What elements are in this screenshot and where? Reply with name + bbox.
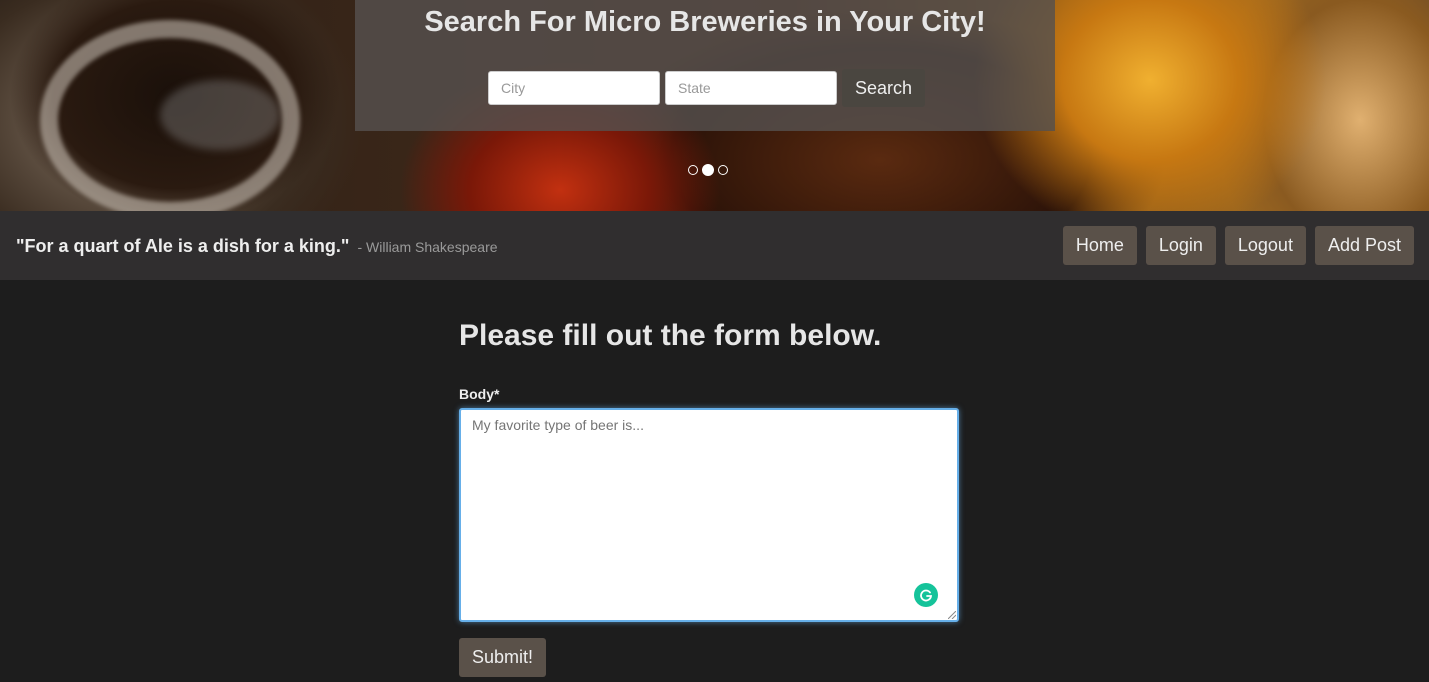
hero-background-highlight: [160, 80, 280, 150]
home-button[interactable]: Home: [1062, 226, 1137, 265]
carousel-dot-3[interactable]: [718, 165, 728, 175]
search-button[interactable]: Search: [842, 69, 926, 107]
body-field-wrapper: [459, 408, 959, 622]
add-post-button[interactable]: Add Post: [1314, 226, 1414, 265]
carousel-dot-1[interactable]: [688, 165, 698, 175]
nav-links: Home Login Logout Add Post: [1062, 226, 1414, 265]
grammarly-g-glyph: [920, 589, 932, 602]
state-input[interactable]: [665, 71, 837, 105]
search-title: Search For Micro Breweries in Your City!: [424, 6, 986, 38]
search-panel: Search For Micro Breweries in Your City!…: [355, 0, 1055, 131]
navbar: "For a quart of Ale is a dish for a king…: [0, 211, 1429, 280]
city-input[interactable]: [488, 71, 660, 105]
body-textarea[interactable]: [459, 408, 959, 622]
quote-text: "For a quart of Ale is a dish for a king…: [16, 236, 350, 256]
hero-carousel: Search For Micro Breweries in Your City!…: [0, 0, 1429, 211]
carousel-indicators: [688, 164, 728, 176]
navbar-quote: "For a quart of Ale is a dish for a king…: [16, 236, 498, 257]
form-heading: Please fill out the form below.: [459, 319, 882, 352]
carousel-dot-2-active[interactable]: [702, 164, 714, 176]
quote-author: - William Shakespeare: [357, 239, 498, 255]
resize-handle-icon[interactable]: [948, 611, 956, 619]
search-form: Search: [488, 69, 926, 107]
login-button[interactable]: Login: [1145, 226, 1216, 265]
post-form-container: Please fill out the form below. Body* Su…: [459, 280, 959, 677]
submit-button[interactable]: Submit!: [459, 638, 547, 677]
logout-button[interactable]: Logout: [1224, 226, 1306, 265]
body-label: Body*: [459, 386, 500, 402]
grammarly-icon[interactable]: [914, 583, 938, 607]
